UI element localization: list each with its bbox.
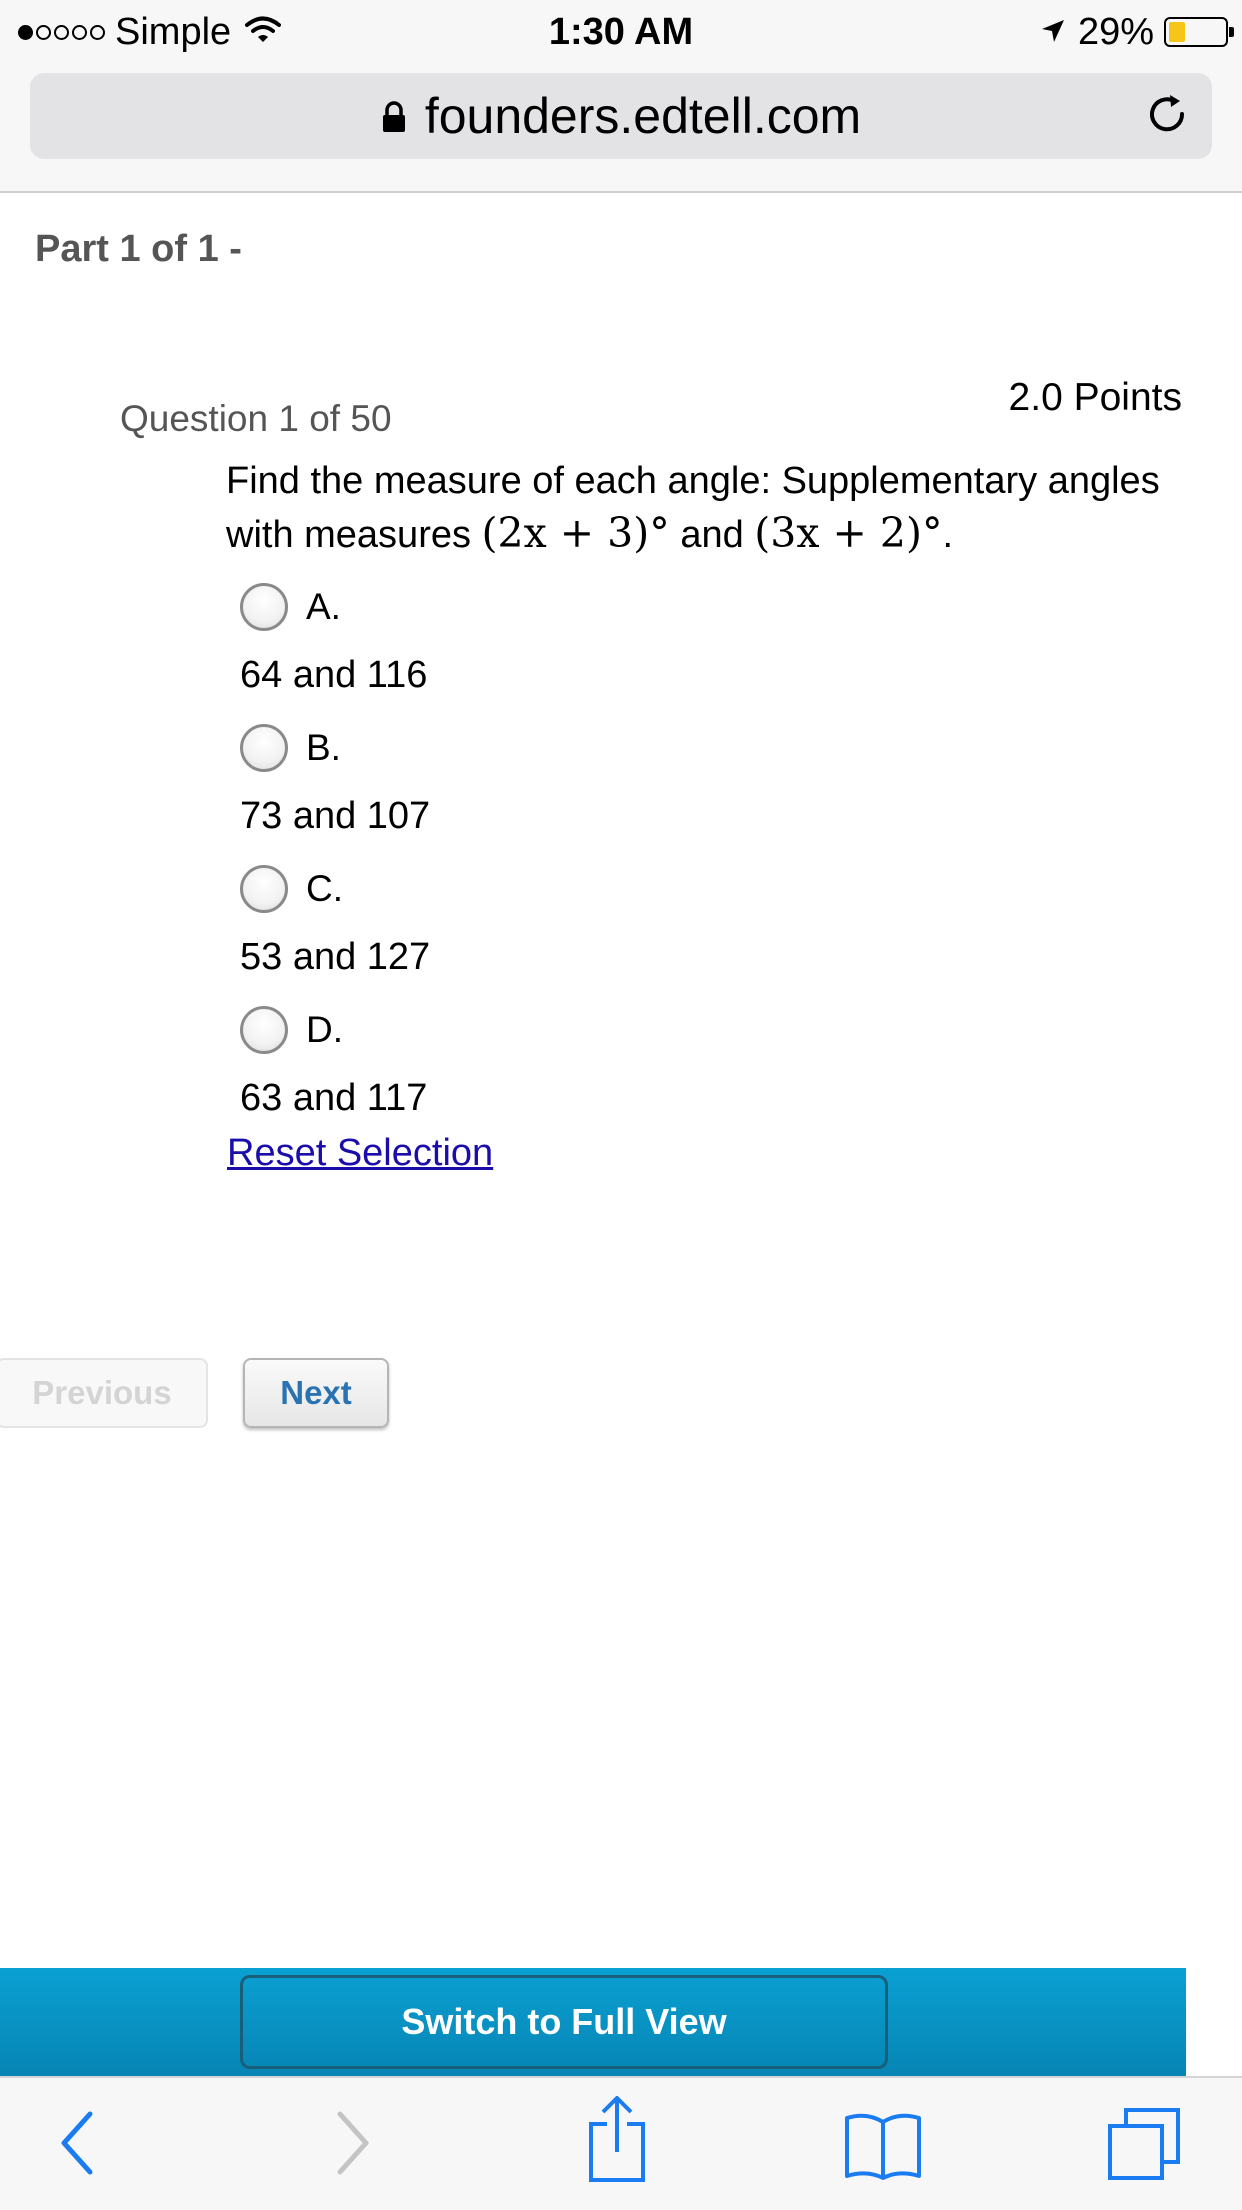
lock-icon bbox=[381, 87, 407, 145]
option-letter: B. bbox=[306, 727, 341, 768]
bookmarks-icon[interactable] bbox=[843, 2112, 923, 2187]
battery-percent: 29% bbox=[1077, 10, 1154, 53]
radio-option-c[interactable] bbox=[240, 865, 288, 913]
switch-to-full-view-button[interactable]: Switch to Full View bbox=[240, 1975, 888, 2069]
location-arrow-icon bbox=[1040, 11, 1066, 54]
tabs-icon[interactable] bbox=[1106, 2106, 1182, 2187]
math-expression-2: (3x + 2)° bbox=[754, 509, 943, 557]
math-conjunction: and bbox=[680, 514, 744, 556]
option-answer: 64 and 116 bbox=[240, 654, 428, 696]
option-d: D. 63 and 117 bbox=[240, 1003, 940, 1120]
battery-icon bbox=[1164, 17, 1234, 47]
option-answer: 73 and 107 bbox=[240, 795, 431, 837]
part-label: Part 1 of 1 - bbox=[35, 228, 242, 270]
url-text: founders.edtell.com bbox=[424, 88, 862, 144]
question-number: Question 1 of 50 bbox=[120, 398, 392, 439]
option-letter: C. bbox=[306, 868, 343, 909]
option-a: A. 64 and 116 bbox=[240, 580, 940, 697]
reset-selection-link[interactable]: Reset Selection bbox=[227, 1132, 493, 1175]
back-icon[interactable] bbox=[58, 2108, 98, 2183]
address-bar[interactable]: founders.edtell.com bbox=[30, 73, 1212, 159]
option-b: B. 73 and 107 bbox=[240, 721, 940, 838]
browser-toolbar bbox=[0, 2076, 1242, 2210]
share-icon[interactable] bbox=[585, 2094, 649, 2189]
previous-button[interactable]: Previous bbox=[0, 1358, 208, 1428]
radio-option-b[interactable] bbox=[240, 724, 288, 772]
sentence-period: . bbox=[942, 514, 954, 556]
status-right: 29% bbox=[1040, 8, 1234, 56]
option-answer: 63 and 117 bbox=[240, 1077, 428, 1119]
forward-icon[interactable] bbox=[332, 2108, 372, 2183]
radio-option-a[interactable] bbox=[240, 583, 288, 631]
option-letter: D. bbox=[306, 1009, 343, 1050]
radio-option-d[interactable] bbox=[240, 1006, 288, 1054]
next-button[interactable]: Next bbox=[243, 1358, 389, 1428]
question-text: Find the measure of each angle: Suppleme… bbox=[226, 455, 1226, 561]
option-letter: A. bbox=[306, 586, 341, 627]
option-c: C. 53 and 127 bbox=[240, 862, 940, 979]
math-expression-1: (2x + 3)° bbox=[481, 509, 670, 557]
browser-top-bar: Simple 1:30 AM 29% founders.edtell.com bbox=[0, 0, 1242, 193]
reload-icon[interactable] bbox=[1144, 91, 1190, 142]
option-answer: 53 and 127 bbox=[240, 936, 431, 978]
question-points: 2.0 Points bbox=[1008, 376, 1182, 419]
